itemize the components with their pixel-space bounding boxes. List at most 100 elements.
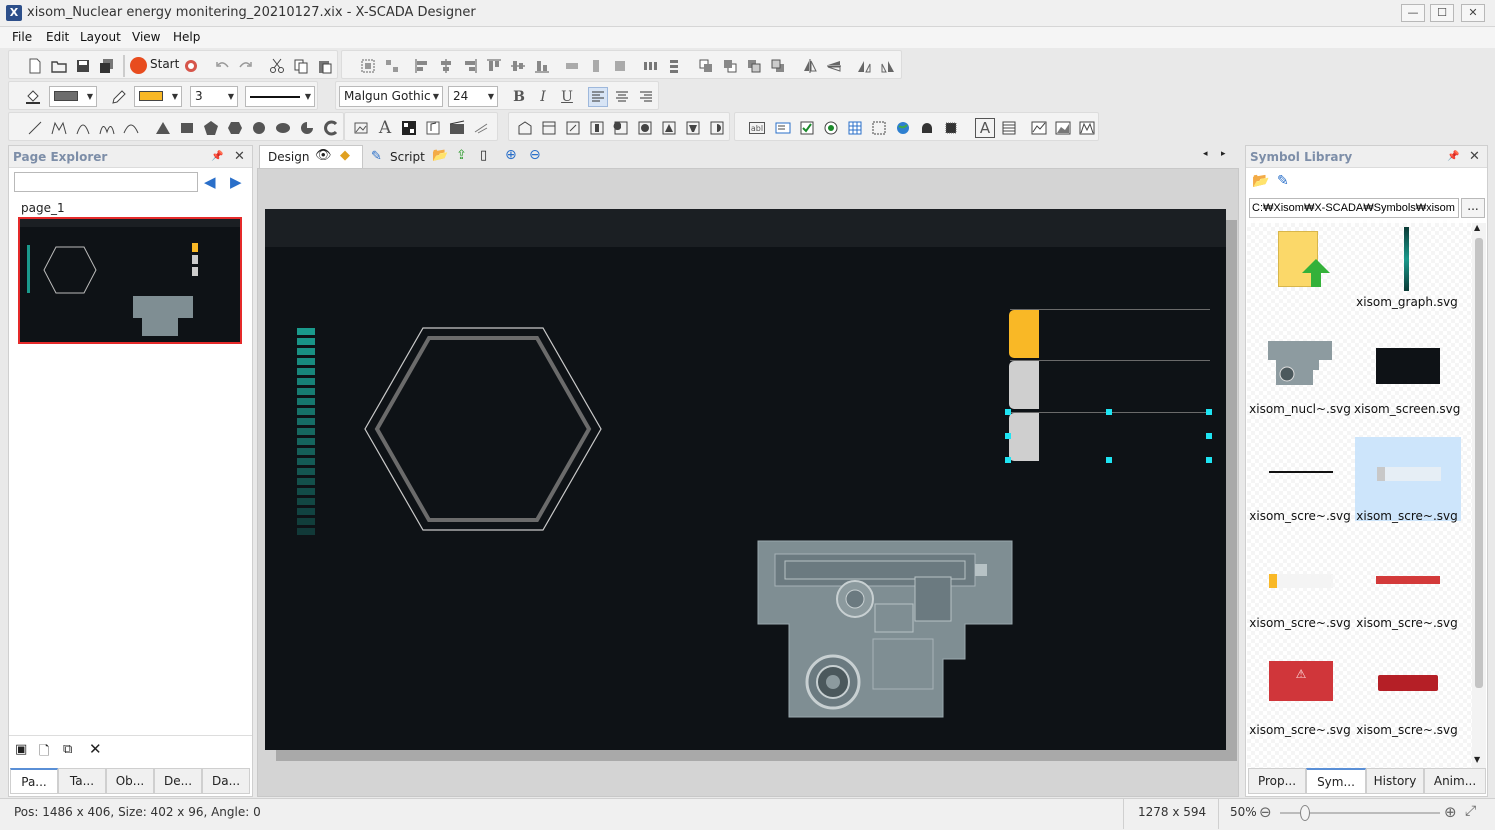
same-size-icon[interactable]	[610, 56, 630, 76]
menu-layout[interactable]: Layout	[80, 30, 121, 44]
resize-tool-icon[interactable]	[563, 118, 583, 138]
dial-tool-icon[interactable]	[635, 118, 655, 138]
video-tool-icon[interactable]	[447, 118, 467, 138]
copy-page-icon[interactable]: ⧉	[63, 742, 72, 757]
copy-icon[interactable]	[291, 56, 311, 76]
design-canvas[interactable]	[265, 209, 1226, 750]
scroll-down-icon[interactable]: ▼	[1474, 755, 1480, 764]
level-gauge[interactable]	[297, 328, 317, 535]
align-middle-icon[interactable]	[508, 56, 528, 76]
gauge-tool-icon[interactable]	[587, 118, 607, 138]
link-tool-icon[interactable]	[471, 118, 491, 138]
triangle-tool-icon[interactable]	[153, 118, 173, 138]
ellipse-tool-icon[interactable]	[273, 118, 293, 138]
open-library-icon[interactable]: 📂	[1252, 173, 1269, 189]
zoom-out-button[interactable]: ⊖	[1259, 803, 1272, 821]
bold-button[interactable]: B	[509, 87, 529, 107]
grid-control-icon[interactable]	[845, 118, 865, 138]
align-center-icon[interactable]	[436, 56, 456, 76]
canvas-header-bar[interactable]	[265, 209, 1226, 247]
flip-vertical-icon[interactable]	[824, 56, 844, 76]
cut-icon[interactable]	[267, 56, 287, 76]
forward-arrow-icon[interactable]: ▶	[230, 173, 242, 191]
pie-tool-icon[interactable]	[297, 118, 317, 138]
table-control-icon[interactable]	[999, 118, 1019, 138]
label-control-icon[interactable]: abl	[749, 122, 765, 134]
distribute-horizontal-icon[interactable]	[640, 56, 660, 76]
symbol-item[interactable]: xisom_screen.svg	[1354, 330, 1461, 437]
flip-horizontal-icon[interactable]	[800, 56, 820, 76]
symbol-item[interactable]: xisom_nucl~.svg	[1247, 330, 1354, 437]
line-tool-icon[interactable]	[25, 118, 45, 138]
tab-symbols[interactable]: Sym...	[1306, 768, 1366, 794]
selection-handle-e[interactable]	[1206, 433, 1212, 439]
font-family-select[interactable]: Malgun Gothic ▼	[339, 86, 443, 107]
align-bottom-icon[interactable]	[532, 56, 552, 76]
start-icon[interactable]	[130, 57, 147, 74]
redo-icon[interactable]	[235, 56, 255, 76]
close-icon[interactable]: ✕	[234, 149, 245, 164]
paste-icon[interactable]	[315, 56, 335, 76]
close-icon[interactable]: ✕	[1469, 149, 1480, 164]
tab-objects[interactable]: Ob...	[106, 768, 154, 794]
tag-icon[interactable]: ◆	[340, 148, 350, 163]
stroke-color-picker[interactable]: ▼	[134, 86, 182, 107]
bar-chart-icon[interactable]	[1077, 118, 1097, 138]
italic-button[interactable]: I	[533, 87, 553, 107]
sound-tool-icon[interactable]	[423, 118, 443, 138]
polyline-tool-icon[interactable]	[49, 118, 69, 138]
meter-tool-icon[interactable]	[611, 118, 631, 138]
combo-control-icon[interactable]	[773, 118, 793, 138]
area-chart-icon[interactable]	[1053, 118, 1073, 138]
align-top-icon[interactable]	[484, 56, 504, 76]
debug-icon[interactable]	[181, 56, 201, 76]
pin-icon[interactable]: 📌	[211, 151, 223, 162]
settings-control-icon[interactable]	[941, 118, 961, 138]
align-left-icon[interactable]	[412, 56, 432, 76]
close-window-button[interactable]: ✕	[1461, 4, 1485, 22]
back-arrow-icon[interactable]: ◀	[204, 173, 216, 191]
group-icon[interactable]	[358, 56, 378, 76]
export-icon[interactable]: ⇪	[456, 148, 467, 163]
zoom-in-icon[interactable]: ⊕	[505, 147, 517, 163]
bezier-tool-icon[interactable]	[97, 118, 117, 138]
menu-help[interactable]: Help	[173, 30, 200, 44]
frame-control-icon[interactable]	[869, 118, 889, 138]
align-right-icon[interactable]	[460, 56, 480, 76]
tab-history[interactable]: History	[1366, 768, 1424, 794]
funnel-tool-icon[interactable]	[683, 118, 703, 138]
indicator-block-active[interactable]	[1009, 310, 1039, 358]
line-style-select[interactable]: ▼	[245, 86, 315, 107]
menu-view[interactable]: View	[132, 30, 160, 44]
same-width-icon[interactable]	[562, 56, 582, 76]
selection-handle-sw[interactable]	[1005, 457, 1011, 463]
symbol-item[interactable]: xisom_scre~.svg	[1354, 544, 1461, 651]
fill-bucket-icon[interactable]	[23, 87, 43, 107]
selection-handle-n[interactable]	[1106, 409, 1112, 415]
selection-handle-w[interactable]	[1005, 433, 1011, 439]
minimize-button[interactable]: —	[1401, 4, 1425, 22]
tab-pages[interactable]: Pa...	[10, 768, 58, 794]
rotate-right-icon[interactable]	[878, 56, 898, 76]
pin-icon[interactable]: 📌	[1447, 151, 1459, 162]
tab-tags[interactable]: Ta...	[58, 768, 106, 794]
reactor-image[interactable]	[755, 539, 1015, 719]
line-width-select[interactable]: 3 ▼	[190, 86, 238, 107]
tab-design[interactable]: Design 👁 ◆	[259, 145, 363, 168]
bring-to-front-icon[interactable]	[696, 56, 716, 76]
send-backward-icon[interactable]	[744, 56, 764, 76]
new-page-icon[interactable]: 🗋	[39, 742, 49, 764]
selection-handle-s[interactable]	[1106, 457, 1112, 463]
selection-handle-nw[interactable]	[1005, 409, 1011, 415]
menu-file[interactable]: File	[12, 30, 32, 44]
hexagon-frame[interactable]	[363, 326, 603, 532]
pie-gauge-tool-icon[interactable]	[707, 118, 727, 138]
rotate-left-icon[interactable]	[854, 56, 874, 76]
tab-script[interactable]: ✎ Script 📂 ⇪ ▯ ⊕ ⊖	[365, 146, 545, 168]
indicator-block-3[interactable]	[1009, 413, 1039, 461]
pipe-tool-icon[interactable]	[515, 118, 535, 138]
library-scrollbar[interactable]: ▲ ▼	[1472, 223, 1486, 768]
ungroup-icon[interactable]	[382, 56, 402, 76]
panel-tool-icon[interactable]	[539, 118, 559, 138]
pencil-icon[interactable]	[109, 87, 129, 107]
